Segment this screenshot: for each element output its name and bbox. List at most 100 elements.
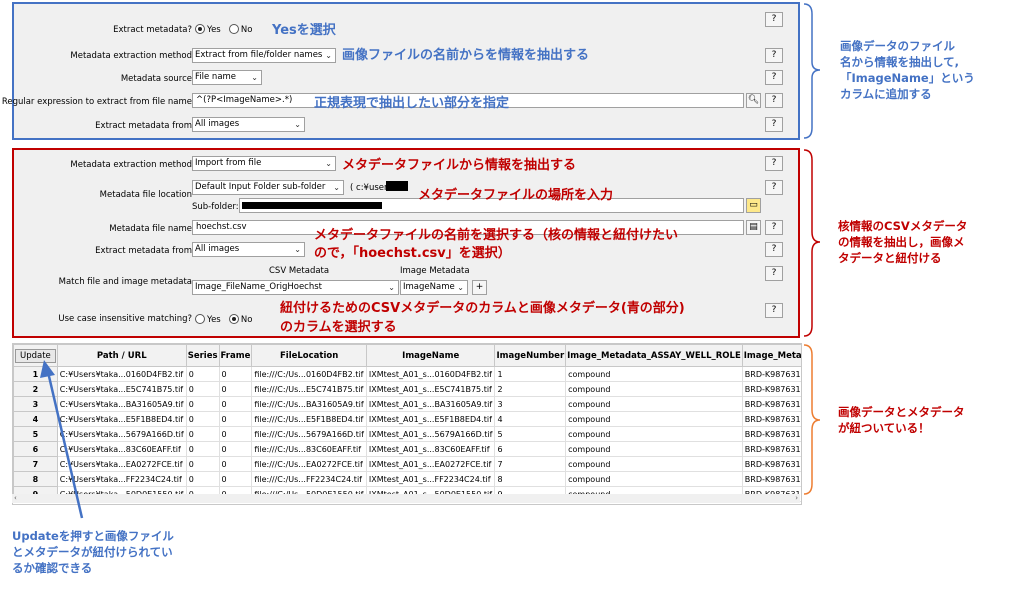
horizontal-scrollbar[interactable]: ‹ › [12, 494, 800, 503]
help-button-filename[interactable]: ? [765, 220, 783, 235]
side-note-red: 核情報のCSVメタデータ の情報を抽出し，画像メ タデータと紐付ける [838, 218, 967, 266]
redaction-bar [386, 181, 408, 191]
column-header[interactable]: Image_Metadata_ASSAY_WELL_ROLE [565, 344, 743, 367]
table-cell: 4 [494, 411, 567, 427]
image-metadata-header: Image Metadata [400, 266, 470, 276]
case-insensitive-label: Use case insensitive matching? [58, 314, 192, 324]
case-insensitive-radio-group: Yes No [195, 314, 252, 325]
table-header-row: Update Path / URL Series Frame FileLocat… [13, 344, 801, 367]
table-cell: BRD-K98763141 [741, 456, 801, 472]
extract-metadata-radio-group: Yes No [195, 24, 252, 35]
chevron-down-icon: ⌄ [251, 73, 258, 82]
scroll-right-icon: › [795, 494, 798, 502]
metadata-table: Update Path / URL Series Frame FileLocat… [12, 343, 802, 505]
extract-yes-radio[interactable]: Yes [195, 24, 221, 35]
csv-metadata-dropdown[interactable]: Image_FileName_OrigHoechst ⌄ [192, 280, 399, 295]
extract-no-radio[interactable]: No [228, 24, 253, 35]
metadata-source-dropdown[interactable]: File name ⌄ [192, 70, 262, 85]
extraction-method-dropdown[interactable]: Extract from file/folder names ⌄ [192, 48, 336, 63]
folder-icon: ▭ [749, 200, 758, 210]
annotation-file-name-1: メタデータファイルの名前を選択する（核の情報と紐付けたい [314, 228, 679, 243]
table-row[interactable]: 4 C:¥Users¥taka...E5F1B8ED4.tif 0 0 file:///… [13, 411, 801, 427]
case-yes-radio[interactable]: Yes [195, 314, 221, 325]
table-row[interactable]: 1 C:¥Users¥taka...0160D4FB2.tif 0 0 file:///… [13, 366, 801, 382]
subfolder-browse-button[interactable]: ▭ [746, 198, 761, 213]
case-no-label: No [240, 314, 253, 325]
side-note-line: Updateを押すと画像ファイル [12, 529, 174, 543]
table-cell: 0 [218, 366, 253, 382]
help-button-source[interactable]: ? [765, 70, 783, 85]
table-row[interactable]: 8 C:¥Users¥taka...FF2234C24.tif 0 0 file:///… [13, 471, 801, 487]
table-cell: IXMtest_A01_s...BA31605A9.tif [365, 396, 496, 412]
column-header[interactable]: ImageNumber [494, 344, 567, 367]
image-metadata-dropdown[interactable]: ImageName ⌄ [400, 280, 468, 295]
chevron-down-icon: ⌄ [294, 245, 301, 254]
table-cell: BRD-K98763141 [741, 426, 801, 442]
extract-from-2-dropdown[interactable]: All images ⌄ [192, 242, 305, 257]
table-cell: IXMtest_A01_s...5679A166D.tif [365, 426, 496, 442]
extract-no-label: No [240, 24, 253, 35]
metadata-file-name-label: Metadata file name [109, 224, 192, 234]
annotation-match-2: のカラムを選択する [280, 320, 397, 335]
table-cell: compound [565, 411, 743, 427]
side-note-line: タデータと紐付ける [838, 251, 942, 265]
side-note-orange: 画像データとメタデータ が紐ついている！ [838, 404, 965, 436]
extraction-method-2-dropdown[interactable]: Import from file ⌄ [192, 156, 336, 171]
metadata-source-value: File name [195, 72, 237, 82]
column-header[interactable]: FileLocation [251, 344, 367, 367]
side-note-line: るか確認できる [12, 561, 93, 575]
table-cell: 1 [494, 366, 567, 382]
table-cell: file:///C:/Us...E5F1B8ED4.tif [251, 411, 367, 427]
table-cell: IXMtest_A01_s...83C60EAFF.tif [365, 441, 496, 457]
table-row[interactable]: 2 C:¥Users¥taka...E5C741B75.tif 0 0 file:///… [13, 381, 801, 397]
table-row[interactable]: 6 C:¥Users¥taka...83C60EAFF.tif 0 0 file:///… [13, 441, 801, 457]
extraction-method-value: Extract from file/folder names [195, 50, 323, 60]
chevron-down-icon: ⌄ [457, 283, 464, 292]
metadata-extraction-panel-1: Extract metadata? Yes No Metadata extrac… [2, 2, 800, 140]
table-row[interactable]: 7 C:¥Users¥taka...EA0272FCE.tif 0 0 file:///… [13, 456, 801, 472]
annotation-regex: 正規表現で抽出したい部分を指定 [314, 96, 510, 111]
csv-metadata-header: CSV Metadata [269, 266, 330, 276]
help-button-match[interactable]: ? [765, 266, 783, 281]
help-button-from-2[interactable]: ? [765, 242, 783, 257]
extraction-method-2-label: Metadata extraction method [70, 160, 192, 170]
file-location-label: Metadata file location [99, 190, 192, 200]
help-button-method-2[interactable]: ? [765, 156, 783, 171]
column-header[interactable]: Series [185, 344, 220, 367]
column-header[interactable]: Frame [218, 344, 253, 367]
help-button-from[interactable]: ? [765, 117, 783, 132]
side-note-line: カラムに追加する [840, 87, 932, 101]
extract-from-value: All images [195, 119, 240, 129]
help-button-location[interactable]: ? [765, 180, 783, 195]
table-row[interactable]: 5 C:¥Users¥taka...5679A166D.tif 0 0 file:///… [13, 426, 801, 442]
extraction-method-label: Metadata extraction method [70, 51, 192, 61]
table-cell: 2 [494, 381, 567, 397]
help-button-extract[interactable]: ? [765, 12, 783, 27]
file-browse-button[interactable]: ▤ [746, 220, 761, 235]
side-note-line: 画像データとメタデータ [838, 405, 965, 419]
table-cell: BRD-K98763141 [741, 396, 801, 412]
scroll-left-icon: ‹ [14, 494, 17, 502]
extract-from-label: Extract metadata from [95, 121, 192, 131]
regex-search-button[interactable]: 🔍︎ [746, 93, 761, 108]
column-header[interactable]: Image_Metada [741, 344, 801, 367]
case-no-radio[interactable]: No [228, 314, 253, 325]
annotation-extract-from-filename: 画像ファイルの名前からを情報を抽出する [342, 48, 590, 63]
extract-from-dropdown[interactable]: All images ⌄ [192, 117, 305, 132]
column-header[interactable]: ImageName [365, 344, 496, 367]
table-cell: 0 [218, 456, 253, 472]
extract-yes-label: Yes [207, 24, 221, 35]
add-match-button[interactable]: + [472, 280, 487, 295]
help-button-regex[interactable]: ? [765, 93, 783, 108]
file-location-value: Default Input Folder sub-folder [195, 182, 326, 192]
table-row[interactable]: 3 C:¥Users¥taka...BA31605A9.tif 0 0 file:///… [13, 396, 801, 412]
side-note-blue: 画像データのファイル 名から情報を抽出して, 「ImageName」という カラ… [840, 38, 975, 102]
csv-metadata-value: Image_FileName_OrigHoechst [195, 282, 323, 292]
subfolder-label: Sub-folder: [192, 202, 239, 212]
chevron-down-icon: ⌄ [325, 159, 332, 168]
table-cell: compound [565, 396, 743, 412]
help-button-case[interactable]: ? [765, 303, 783, 318]
help-button-method[interactable]: ? [765, 48, 783, 63]
file-location-dropdown[interactable]: Default Input Folder sub-folder ⌄ [192, 180, 344, 195]
side-note-line: の情報を抽出し，画像メ [838, 235, 965, 249]
